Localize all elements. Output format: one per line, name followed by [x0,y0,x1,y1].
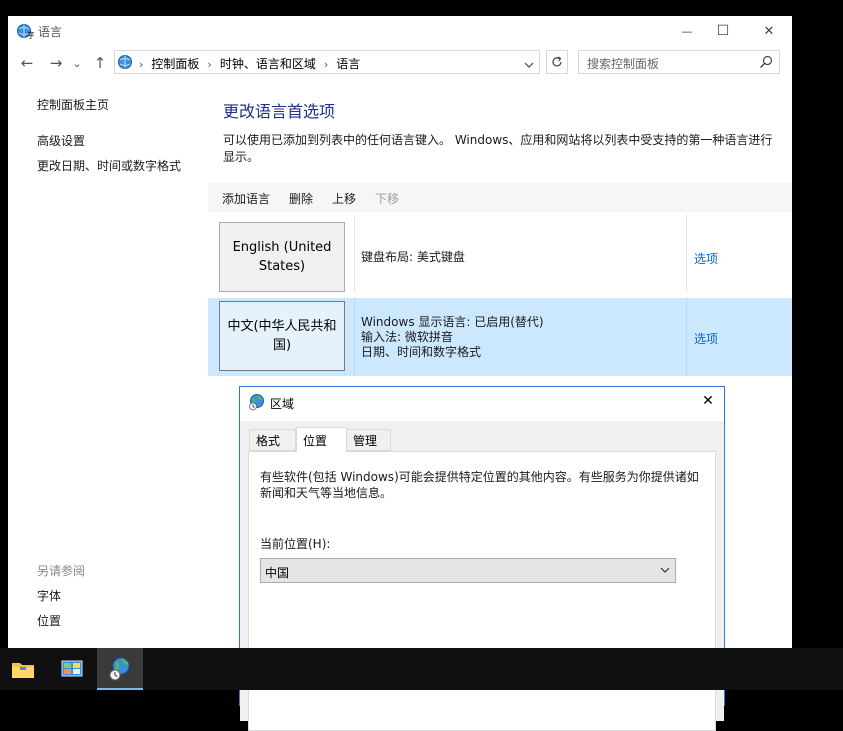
language-name-button[interactable]: 中文(中华人民共和国) [219,301,345,371]
fonts-link[interactable]: 字体 [37,587,61,604]
control-panel-icon [61,660,83,677]
language-info: Windows 显示语言: 已启用(替代) 输入法: 微软拼音 日期、时间和数字… [361,315,544,360]
breadcrumb-language[interactable]: 语言 [336,55,360,72]
column-divider [686,298,687,376]
breadcrumb-separator: › [139,58,144,71]
window-title: 语言 [38,25,63,39]
breadcrumb-clock-language-region[interactable]: 时钟、语言和区域 [220,55,316,72]
selected-location: 中国 [265,566,290,580]
tab-formats[interactable]: 格式 [249,429,296,451]
change-date-time-format-link[interactable]: 更改日期、时间或数字格式 [37,157,181,174]
keyboard-layout-text: 键盘布局: 美式键盘 [361,250,465,264]
options-link[interactable]: 选项 [694,250,718,267]
dialog-close-button[interactable]: ✕ [698,391,718,411]
display-language-text: Windows 显示语言: 已启用(替代) [361,315,544,329]
refresh-icon [552,56,562,67]
address-dropdown-button[interactable] [519,53,539,77]
search-placeholder: 搜索控制面板 [587,57,660,71]
tab-administrative[interactable]: 管理 [346,429,391,451]
location-link[interactable]: 位置 [37,612,61,629]
breadcrumb: › 控制面板 › 时钟、语言和区域 › 语言 [139,55,360,72]
language-row-english[interactable]: English (United States) 键盘布局: 美式键盘 选项 [208,214,792,292]
chevron-down-icon [524,62,534,68]
forward-arrow-icon: → [49,54,63,72]
up-arrow-icon: ↑ [93,54,107,72]
column-divider [686,214,687,292]
taskbar [0,648,843,690]
address-bar[interactable]: › 控制面板 › 时钟、语言和区域 › 语言 [114,50,540,74]
column-divider [354,298,355,376]
forward-button[interactable]: → [46,52,66,74]
current-location-select[interactable]: 中国 [260,558,676,583]
navigation-bar: ← → ⌄ ↑ › 控制面板 › 时钟、语言和区域 › 语言 搜索控制面板 [8,48,792,78]
close-button[interactable]: ✕ [746,16,792,46]
region-globe-icon [249,394,264,411]
close-icon: ✕ [763,23,775,39]
file-explorer-icon [12,663,34,678]
language-toolbar: 添加语言 删除 上移 下移 [208,183,792,212]
recent-locations-button[interactable]: ⌄ [70,52,84,74]
location-description: 有些软件(包括 Windows)可能会提供特定位置的其他内容。有些服务为你提供诸… [260,470,699,500]
chevron-down-icon: ⌄ [72,56,82,70]
control-panel-home-link[interactable]: 控制面板主页 [37,96,109,113]
search-input[interactable]: 搜索控制面板 [578,50,780,74]
maximize-icon: ☐ [716,23,730,39]
file-explorer-button[interactable] [0,648,46,690]
current-location-label: 当前位置(H): [260,537,331,551]
move-down-button: 下移 [375,192,400,206]
advanced-settings-link[interactable]: 高级设置 [37,132,85,149]
remove-language-button[interactable]: 删除 [289,190,313,207]
language-row-chinese[interactable]: 中文(中华人民共和国) Windows 显示语言: 已启用(替代) 输入法: 微… [208,298,792,376]
back-button[interactable]: ← [17,52,37,74]
refresh-button[interactable] [546,50,568,74]
region-settings-button[interactable] [97,648,143,690]
control-panel-button[interactable] [49,648,95,690]
language-globe-icon: 字 [17,24,34,40]
input-method-text: 输入法: 微软拼音 [361,330,453,344]
breadcrumb-control-panel[interactable]: 控制面板 [151,55,199,72]
language-name-button[interactable]: English (United States) [219,222,345,292]
close-icon: ✕ [702,393,714,409]
options-link[interactable]: 选项 [694,330,718,347]
language-info: 键盘布局: 美式键盘 [361,250,465,265]
search-icon [760,55,773,68]
chevron-down-icon [660,567,670,573]
add-language-button[interactable]: 添加语言 [222,190,270,207]
back-arrow-icon: ← [20,54,34,72]
page-description: 可以使用已添加到列表中的任何语言键入。 Windows、应用和网站将以列表中受支… [223,133,773,164]
region-settings-icon [109,657,130,681]
see-also-heading: 另请参阅 [37,564,86,578]
date-time-format-text: 日期、时间和数字格式 [361,345,482,359]
up-button[interactable]: ↑ [90,52,110,74]
breadcrumb-separator[interactable]: › [324,58,328,71]
breadcrumb-separator[interactable]: › [207,58,211,71]
svg-text:字: 字 [27,30,34,40]
title-bar[interactable]: 字 语言 — ☐ ✕ [8,16,792,46]
column-divider [354,214,355,292]
tab-location[interactable]: 位置 [296,427,347,452]
page-title: 更改语言首选项 [223,102,336,121]
maximize-button[interactable]: ☐ [700,16,746,46]
language-globe-icon [118,55,132,69]
dialog-title: 区域 [270,397,295,411]
move-up-button[interactable]: 上移 [332,190,356,207]
minimize-icon: — [681,24,693,38]
